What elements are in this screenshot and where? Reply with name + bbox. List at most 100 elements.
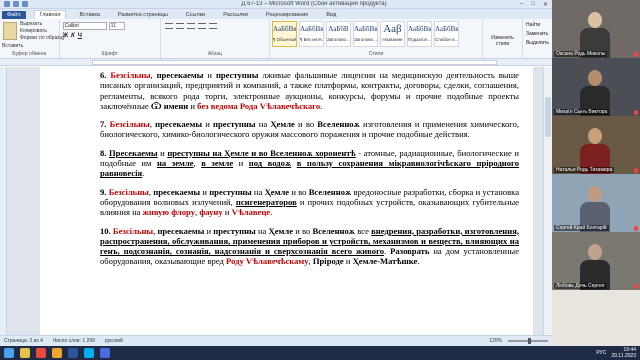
media-icon[interactable] (52, 348, 62, 358)
style-subtle-emphasis[interactable]: АаБбВвГг Слабое в... (433, 21, 459, 47)
tab-mailings[interactable]: Рассылки (218, 11, 253, 19)
document-paragraph[interactable]: 6. Безсiльны, пресекаемы и преступны лжи… (100, 70, 519, 111)
text-run: 9. (100, 186, 109, 197)
select-button[interactable]: Выделить (526, 40, 549, 46)
style-preview: Ааβ (383, 23, 402, 35)
style-preview: АаБбВвГг (299, 25, 323, 33)
tab-references[interactable]: Ссылки (181, 11, 210, 19)
skype-icon[interactable] (84, 348, 94, 358)
style-preview: АаБбВв (407, 25, 431, 33)
styles-gallery: АаБбВвГг¶ Обычный АаБбВвГг¶ Без инте... … (270, 19, 484, 58)
text-run: и (157, 147, 168, 158)
text-run: на (251, 186, 265, 197)
replace-button[interactable]: Заменить (526, 31, 549, 37)
close-button[interactable]: ✕ (543, 1, 548, 8)
font-size-select[interactable]: 11 (108, 22, 125, 30)
underline-button[interactable]: Ч (78, 33, 82, 39)
undo-icon[interactable] (22, 1, 28, 7)
style-title[interactable]: Ааβ Название (379, 21, 405, 47)
zoom-app-icon[interactable] (100, 348, 110, 358)
participant-video[interactable]: Михаїл Сынъ Виктора (552, 58, 640, 116)
style-preview: АаБбВ (328, 25, 349, 33)
text-run: Ѿ имени (150, 100, 189, 111)
italic-button[interactable]: К (71, 33, 75, 39)
participant-video[interactable]: Оксана Родь Миколы (552, 0, 640, 58)
text-run: живую флору (142, 207, 196, 218)
style-heading-2[interactable]: АаБбВв Заголово... (352, 21, 378, 47)
text-run: преступны (213, 119, 256, 130)
zoom-level[interactable]: 120% (489, 338, 502, 344)
clock[interactable]: 19:44 29.11.2023 (611, 347, 636, 359)
change-styles-button[interactable]: Изменить стили (483, 19, 523, 58)
page-count[interactable]: Страница: 2 из 4 (4, 338, 43, 344)
language-indicator[interactable]: русский (105, 338, 123, 344)
participant-video[interactable]: Любовь Дочь Сергея (552, 232, 640, 290)
participant-video[interactable] (552, 290, 640, 348)
tab-view[interactable]: Вид (321, 11, 341, 19)
text-run: фауну (199, 207, 223, 218)
style-preview: АаБбВвГг (434, 25, 458, 33)
video-background (552, 290, 640, 348)
start-icon[interactable] (4, 348, 14, 358)
tab-review[interactable]: Рецензирование (261, 11, 313, 19)
text-run: 10. (100, 225, 113, 236)
align-left-icon[interactable] (186, 23, 195, 29)
align-center-icon[interactable] (197, 23, 206, 29)
text-run: преступны (215, 70, 259, 80)
text-run: псигенераторов (235, 196, 297, 207)
cut-button[interactable]: Вырезать (20, 21, 42, 27)
text-run: . (142, 168, 145, 179)
tab-file[interactable]: Файл (2, 11, 26, 19)
bullets-icon[interactable] (164, 23, 173, 29)
word-taskbar-icon[interactable] (68, 348, 78, 358)
font-name-select[interactable]: Calibri (62, 22, 107, 30)
paragraph-group-label: Абзац (207, 51, 222, 57)
document-paragraph[interactable]: 7. Безсiльны, пресекаемы и преступны на … (100, 119, 519, 140)
numbering-icon[interactable] (175, 23, 184, 29)
vertical-ruler[interactable] (0, 67, 7, 335)
zoom-slider[interactable] (508, 338, 548, 344)
document-page[interactable]: 6. Безсiльны, пресекаемы и преступны лжи… (40, 67, 533, 335)
tab-insert[interactable]: Вставка (74, 11, 104, 19)
head-shape (588, 186, 602, 202)
folder-icon[interactable] (20, 348, 30, 358)
save-icon[interactable] (13, 1, 19, 7)
minimize-button[interactable]: – (520, 1, 523, 8)
text-run: и (233, 158, 249, 169)
text-run: Разоврать (390, 246, 430, 257)
format-painter-button[interactable]: Формат по образцу (20, 35, 65, 41)
text-run: пресекаемы (157, 225, 205, 236)
text-run: пресекаемы (156, 70, 204, 80)
horizontal-ruler[interactable] (0, 59, 552, 66)
word-icon[interactable] (4, 1, 10, 7)
styles-group-label: Стили (368, 51, 384, 57)
style-subtitle[interactable]: АаБбВв Подзагол... (406, 21, 432, 47)
style-preview: АаБбВвГг (272, 25, 296, 33)
text-run: . (320, 100, 323, 111)
vertical-scrollbar[interactable] (543, 67, 552, 335)
document-paragraph[interactable]: 8. Пресекаемы и преступны на Ҳемле и во … (100, 148, 519, 179)
participant-name: Оксана Родь Миколы (554, 51, 608, 57)
style-heading-1[interactable]: АаБбВ Заголово... (325, 21, 351, 47)
scrollbar-thumb[interactable] (545, 97, 551, 137)
participant-video[interactable]: Сергей Край Болгарій (552, 174, 640, 232)
style-normal[interactable]: АаБбВвГг ¶ Обычный (271, 21, 297, 47)
maximize-button[interactable]: □ (531, 1, 535, 8)
justify-icon[interactable] (208, 23, 217, 29)
participant-video[interactable]: Наталья Родь Тихамира (552, 116, 640, 174)
find-button[interactable]: Найти (526, 22, 549, 28)
tab-page-layout[interactable]: Разметка страницы (113, 11, 173, 19)
document-paragraph[interactable]: 9. Безсiльны, пресекаемы и преступны на … (100, 187, 519, 218)
word-count[interactable]: Число слов: 1 299 (53, 338, 95, 344)
document-paragraph[interactable]: 10. Безсiльны, пресекаемы и преступны на… (100, 226, 519, 267)
paste-button[interactable] (3, 22, 17, 40)
style-preview: АаБбВв (353, 25, 377, 33)
window-controls: – □ ✕ (520, 1, 548, 8)
keyboard-language[interactable]: РУС (596, 350, 606, 356)
bold-button[interactable]: Ж (63, 33, 68, 39)
copy-button[interactable]: Копировать (20, 28, 47, 34)
tab-home[interactable]: Главная (33, 10, 67, 19)
style-no-spacing[interactable]: АаБбВвГг ¶ Без инте... (298, 21, 324, 47)
document-area: 6. Безсiльны, пресекаемы и преступны лжи… (0, 67, 552, 335)
browser-icon[interactable] (36, 348, 46, 358)
